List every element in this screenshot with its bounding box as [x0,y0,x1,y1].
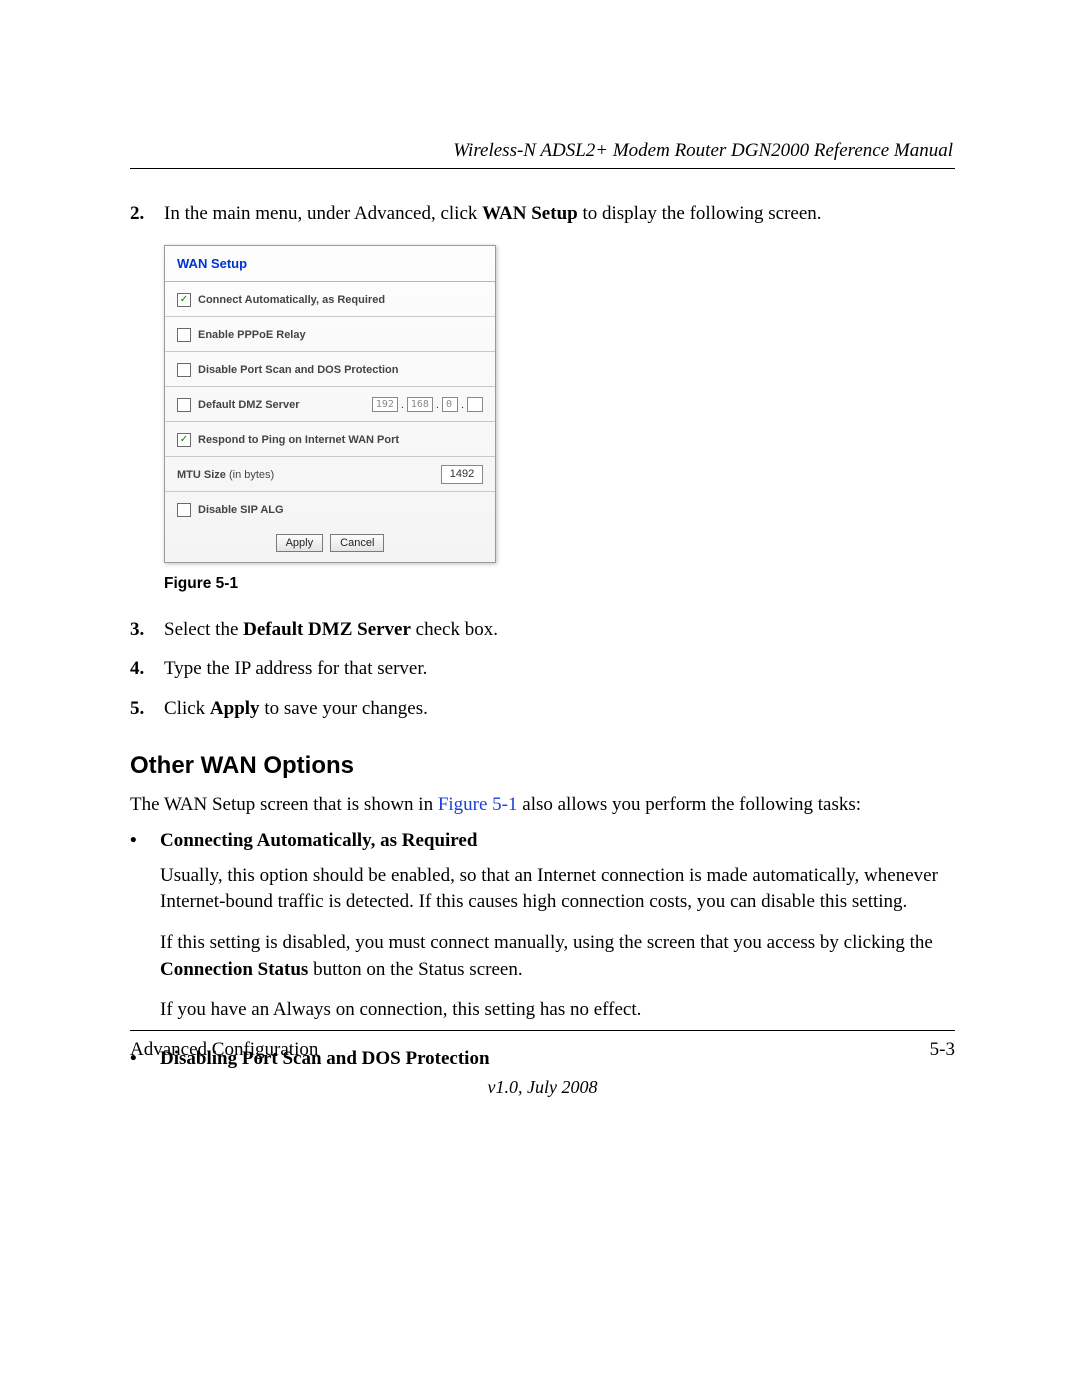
wan-setup-screenshot: WAN Setup ✓ Connect Automatically, as Re… [164,245,496,563]
figure-caption: Figure 5-1 [164,575,955,593]
mtu-input[interactable]: 1492 [441,465,483,484]
row-disable-portscan: Disable Port Scan and DOS Protection [165,352,495,387]
label-respond-ping: Respond to Ping on Internet WAN Port [198,434,483,446]
dmz-ip-1[interactable]: 192 [372,397,398,412]
bullet-icon: • [130,828,160,1038]
wan-setup-title: WAN Setup [165,252,495,282]
figure-link[interactable]: Figure 5-1 [438,794,518,815]
checkbox-connect-auto[interactable]: ✓ [177,293,191,307]
step-4-num: 4. [130,656,164,682]
row-connect-auto: ✓ Connect Automatically, as Required [165,282,495,317]
label-disable-sip: Disable SIP ALG [198,504,483,516]
cancel-button[interactable]: Cancel [330,534,384,552]
dmz-ip-3[interactable]: 0 [442,397,458,412]
step-5-text: Click Apply to save your changes. [164,696,428,722]
dmz-ip-4[interactable] [467,397,483,412]
row-pppoe-relay: Enable PPPoE Relay [165,317,495,352]
checkbox-disable-sip[interactable] [177,503,191,517]
footer-left: Advanced Configuration [130,1039,318,1061]
step-4-text: Type the IP address for that server. [164,656,427,682]
step-2-num: 2. [130,201,164,227]
top-rule [130,168,955,169]
step-3-num: 3. [130,617,164,643]
checkbox-dmz[interactable] [177,398,191,412]
label-dmz: Default DMZ Server [198,399,372,411]
dmz-ip-group: 192. 168. 0. [372,397,483,412]
step-2: 2. In the main menu, under Advanced, cli… [130,201,955,227]
page-number: 5-3 [930,1039,955,1061]
section-heading: Other WAN Options [130,752,955,780]
bottom-rule [130,1030,955,1031]
checkbox-respond-ping[interactable]: ✓ [177,433,191,447]
doc-title: Wireless-N ADSL2+ Modem Router DGN2000 R… [130,140,955,162]
apply-button[interactable]: Apply [276,534,324,552]
dmz-ip-2[interactable]: 168 [407,397,433,412]
row-dmz: Default DMZ Server 192. 168. 0. [165,387,495,422]
step-3: 3. Select the Default DMZ Server check b… [130,617,955,643]
label-connect-auto: Connect Automatically, as Required [198,294,483,306]
checkbox-disable-portscan[interactable] [177,363,191,377]
row-mtu: MTU Size (in bytes) 1492 [165,457,495,492]
bullet1-p3: If you have an Always on connection, thi… [160,997,955,1024]
bullet1-p1: Usually, this option should be enabled, … [160,863,955,916]
bullet1-title: Connecting Automatically, as Required [160,828,955,855]
bullet1-p2: If this setting is disabled, you must co… [160,930,955,983]
row-respond-ping: ✓ Respond to Ping on Internet WAN Port [165,422,495,457]
button-row: Apply Cancel [165,526,495,554]
step-3-text: Select the Default DMZ Server check box. [164,617,498,643]
footer-version: v1.0, July 2008 [130,1077,955,1098]
row-disable-sip: Disable SIP ALG [165,492,495,526]
step-2-text: In the main menu, under Advanced, click … [164,201,822,227]
label-pppoe-relay: Enable PPPoE Relay [198,329,483,341]
step-5-num: 5. [130,696,164,722]
step-4: 4. Type the IP address for that server. [130,656,955,682]
bullet-connect-auto: • Connecting Automatically, as Required … [130,828,955,1038]
section-intro: The WAN Setup screen that is shown in Fi… [130,792,955,819]
label-disable-portscan: Disable Port Scan and DOS Protection [198,364,483,376]
label-mtu: MTU Size (in bytes) [177,469,441,481]
step-5: 5. Click Apply to save your changes. [130,696,955,722]
checkbox-pppoe-relay[interactable] [177,328,191,342]
